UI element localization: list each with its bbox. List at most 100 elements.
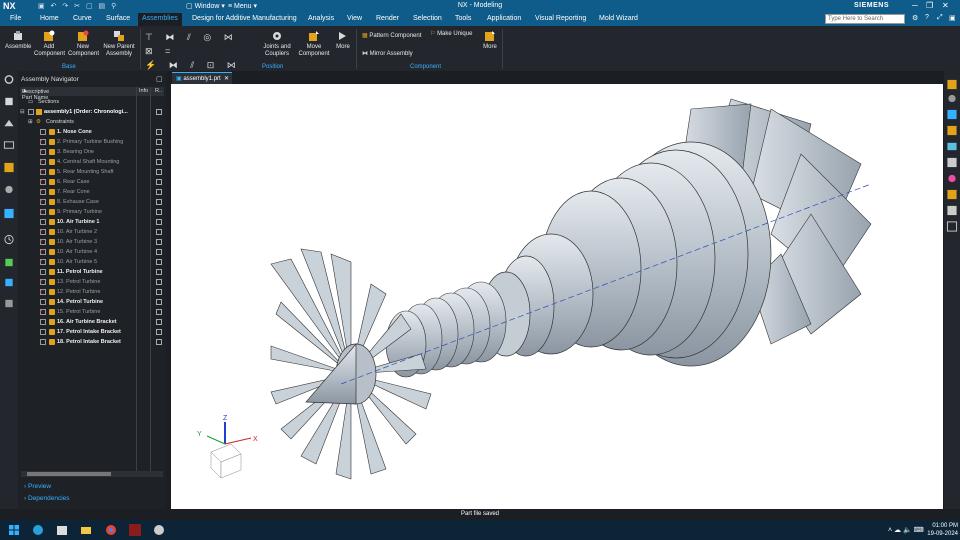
help-icon[interactable]: ? <box>925 14 929 21</box>
constraint-navigator-icon[interactable] <box>3 118 15 129</box>
move-component-button[interactable]: Move Component <box>298 30 330 58</box>
tree-item-component[interactable]: 17. Petrol Intake Bracket <box>20 327 164 337</box>
tab-view[interactable]: View <box>347 15 362 22</box>
layer-settings-icon[interactable] <box>946 189 958 200</box>
tab-home[interactable]: Home <box>40 15 59 22</box>
tree-item-component[interactable]: ✓ 12. Petrol Turbine <box>20 287 164 297</box>
new-parent-assembly-button[interactable]: New Parent Assembly <box>101 30 137 58</box>
tree-item-component[interactable]: 11. Petrol Turbine <box>20 267 164 277</box>
tree-item-component[interactable]: ✓ 13. Petrol Turbine <box>20 277 164 287</box>
column-reference[interactable]: R.. <box>155 88 162 94</box>
tree-item-component[interactable]: ✓ 6. Rear Case <box>20 177 164 187</box>
tree-item-component[interactable]: ✓ 10. Air Turbine 2 <box>20 227 164 237</box>
expand-icon[interactable]: ⊞ <box>28 117 33 127</box>
roles-icon[interactable] <box>3 298 15 309</box>
constraint-tools[interactable]: ⊤ ⧓ ⫽ ◎ ⋈ ⊠ =⚡ ⧓ ⫽ ⊡ ⋈ ⊠ <box>145 30 245 84</box>
pattern-component-button[interactable]: ▦ Pattern Component <box>362 32 421 39</box>
tree-item-component[interactable]: 1. Nose Cone <box>20 127 164 137</box>
nx-app-icon[interactable] <box>129 524 141 536</box>
graphics-window[interactable]: Z X Y <box>171 84 943 509</box>
edge-browser-icon[interactable] <box>32 524 44 536</box>
tree-item-component[interactable]: ✓ 10. Air Turbine 4 <box>20 247 164 257</box>
process-studio-icon[interactable] <box>3 257 15 268</box>
tab-selection[interactable]: Selection <box>413 15 442 22</box>
component-more-button[interactable]: More <box>481 30 499 51</box>
preview-panel-toggle[interactable]: › Preview <box>24 483 51 490</box>
tab-tools[interactable]: Tools <box>455 15 471 22</box>
component-checkbox[interactable] <box>40 129 46 135</box>
component-checkbox[interactable] <box>40 339 46 345</box>
joints-couplers-button[interactable]: Joints and Couplers <box>262 30 292 58</box>
network-app-icon[interactable] <box>153 524 165 536</box>
edit-object-display-icon[interactable] <box>946 157 958 168</box>
navigator-horizontal-scrollbar[interactable] <box>21 471 163 477</box>
assembly-navigator-icon[interactable] <box>3 96 15 107</box>
restore-button[interactable]: ❐ <box>926 1 933 10</box>
collapse-icon[interactable]: ⊟ <box>20 107 25 117</box>
turbine-assembly-model[interactable]: Z X Y <box>171 84 943 509</box>
tab-design-for-am[interactable]: Design for Additive Manufacturing <box>192 15 297 22</box>
tree-item-component[interactable]: ✓ 9. Primary Turbine <box>20 207 164 217</box>
tab-assemblies[interactable]: Assemblies <box>138 13 182 26</box>
dependencies-panel-toggle[interactable]: › Dependencies <box>24 495 70 502</box>
hd3d-tools-icon[interactable] <box>3 184 15 195</box>
close-button[interactable]: ✕ <box>942 1 949 10</box>
search-icon[interactable]: ⚲ <box>897 14 902 22</box>
root-assembly-node[interactable]: ⊟ assembly1 (Order: Chronologi... <box>20 107 164 117</box>
windows-start-icon[interactable] <box>8 524 20 536</box>
clip-section-icon[interactable] <box>946 109 958 120</box>
sections-node[interactable]: ▭ Sections <box>20 97 164 107</box>
tree-item-component[interactable]: ✓ 3. Bearing One <box>20 147 164 157</box>
view-orientation-icon[interactable] <box>946 79 958 90</box>
checkbox-root[interactable] <box>28 109 34 115</box>
tree-item-component[interactable]: ✓ 4. Central Shaft Mounting <box>20 157 164 167</box>
show-hide-icon[interactable] <box>946 125 958 136</box>
settings-icon[interactable]: ⚙ <box>912 14 918 22</box>
tree-item-component[interactable]: ✓ 7. Rear Cone <box>20 187 164 197</box>
calendar-app-icon[interactable] <box>56 524 68 536</box>
move-panel-icon[interactable] <box>946 205 958 216</box>
chrome-browser-icon[interactable] <box>105 524 117 536</box>
column-descriptive-name[interactable]: Descriptive Part Name ▲ <box>22 88 49 101</box>
component-checkbox[interactable] <box>40 269 46 275</box>
settings-icon[interactable] <box>3 74 15 85</box>
tab-file[interactable]: File <box>10 15 21 22</box>
tree-item-component[interactable]: 18. Petrol Intake Bracket <box>20 337 164 347</box>
fit-view-icon[interactable] <box>946 221 958 232</box>
tab-render[interactable]: Render <box>376 15 399 22</box>
component-checkbox[interactable] <box>40 219 46 225</box>
minimize-button[interactable]: ─ <box>912 1 918 10</box>
scrollbar-thumb[interactable] <box>27 472 111 476</box>
color-palette-icon[interactable] <box>946 173 958 184</box>
tab-curve[interactable]: Curve <box>73 15 92 22</box>
assemble-button[interactable]: Assemble <box>5 30 31 51</box>
tab-application[interactable]: Application <box>487 15 521 22</box>
part-navigator-icon[interactable] <box>3 140 15 151</box>
tree-item-component[interactable]: 14. Petrol Turbine <box>20 297 164 307</box>
column-info[interactable]: Info <box>139 88 148 94</box>
tree-item-component[interactable]: ✓ 10. Air Turbine 3 <box>20 237 164 247</box>
file-explorer-icon[interactable] <box>80 524 92 536</box>
camera-icon[interactable] <box>946 141 958 152</box>
make-unique-button[interactable]: ⚐ Make Unique <box>430 30 472 37</box>
tree-item-component[interactable]: ✓ 8. Exhause Case <box>20 197 164 207</box>
tree-item-component[interactable]: ✓ 2. Primary Turbine Bushing <box>20 137 164 147</box>
manufacturing-wizard-icon[interactable] <box>3 277 15 288</box>
tree-item-component[interactable]: 16. Air Turbine Bracket <box>20 317 164 327</box>
tab-mold-wizard[interactable]: Mold Wizard <box>599 15 638 22</box>
tree-item-component[interactable]: 10. Air Turbine 1 <box>20 217 164 227</box>
expand-icon[interactable]: ⤢ <box>937 14 943 22</box>
tab-visual-reporting[interactable]: Visual Reporting <box>535 15 586 22</box>
component-checkbox[interactable] <box>40 299 46 305</box>
command-search-input[interactable]: Type Here to Search <box>825 14 905 24</box>
position-more-button[interactable]: More <box>334 30 352 51</box>
tab-surface[interactable]: Surface <box>106 15 130 22</box>
component-checkbox[interactable] <box>40 319 46 325</box>
tree-item-component[interactable]: ✓ 10. Air Turbine 5 <box>20 257 164 267</box>
add-component-button[interactable]: Add Component <box>34 30 65 58</box>
ribbon-expand-icon[interactable]: ▣ <box>949 14 956 22</box>
clock[interactable]: 01:00 PM 19-09-2024 <box>918 522 958 538</box>
history-icon[interactable] <box>3 234 15 245</box>
close-tab-icon[interactable]: ✕ <box>224 75 229 82</box>
reuse-library-icon[interactable] <box>3 162 15 173</box>
